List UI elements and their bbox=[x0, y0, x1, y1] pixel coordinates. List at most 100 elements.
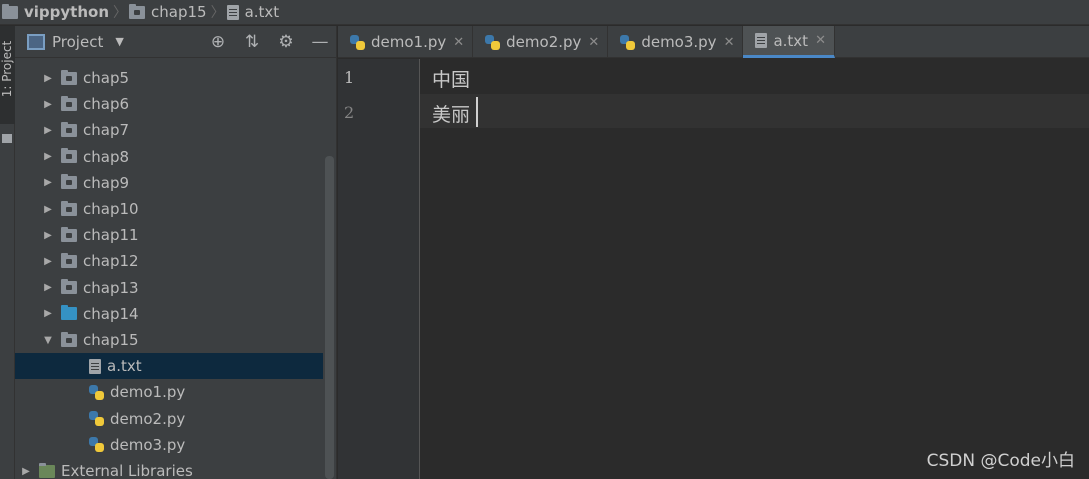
locate-icon[interactable]: ⊕ bbox=[208, 32, 228, 52]
tree-item-label: chap15 bbox=[83, 331, 139, 349]
gear-icon[interactable]: ⚙ bbox=[276, 32, 296, 52]
chevron-right-icon: 〉 bbox=[113, 5, 128, 21]
python-file-icon bbox=[89, 384, 104, 400]
tree-item-label: External Libraries bbox=[61, 462, 193, 479]
libraries-icon bbox=[39, 462, 55, 478]
python-file-icon bbox=[89, 411, 104, 427]
line-number-1: 1 bbox=[344, 68, 355, 87]
tree-item-chap10[interactable]: ▶ chap10 bbox=[15, 196, 323, 222]
code-line-1[interactable]: 中国 bbox=[432, 65, 470, 92]
folder-icon bbox=[2, 3, 18, 19]
expand-arrow-down-icon[interactable]: ▼ bbox=[41, 335, 55, 346]
close-icon[interactable]: ✕ bbox=[588, 35, 599, 50]
expand-arrow-right-icon[interactable]: ▶ bbox=[41, 282, 55, 293]
text-file-icon bbox=[226, 4, 239, 20]
folder-icon bbox=[61, 148, 77, 164]
tree-item-label: chap10 bbox=[83, 200, 139, 218]
expand-arrow-right-icon[interactable]: ▶ bbox=[41, 151, 55, 162]
expand-arrow-right-icon[interactable]: ▶ bbox=[41, 177, 55, 188]
tree-item-chap6[interactable]: ▶ chap6 bbox=[15, 91, 323, 117]
python-file-icon bbox=[89, 437, 104, 453]
folder-icon bbox=[61, 174, 77, 190]
tree-item-chap15[interactable]: ▼ chap15 bbox=[15, 327, 323, 353]
tree-item-label: demo2.py bbox=[110, 409, 186, 428]
editor-tabs: demo1.py ✕ demo2.py ✕ demo3.py ✕ a.txt ✕ bbox=[338, 26, 1089, 58]
tree-item-chap9[interactable]: ▶ chap9 bbox=[15, 170, 323, 196]
close-icon[interactable]: ✕ bbox=[724, 35, 735, 50]
structure-icon[interactable] bbox=[2, 134, 12, 143]
minimize-icon[interactable]: — bbox=[310, 32, 330, 52]
tree-item-label: chap9 bbox=[83, 173, 130, 192]
breadcrumb-folder-label: chap15 bbox=[151, 3, 207, 21]
tab-demo2-py[interactable]: demo2.py ✕ bbox=[473, 26, 609, 58]
tree-item-demo2-py[interactable]: demo2.py bbox=[15, 406, 323, 432]
tree-item-chap12[interactable]: ▶ chap12 bbox=[15, 248, 323, 274]
breadcrumb-root-label: vippython bbox=[24, 3, 110, 21]
expand-arrow-right-icon[interactable]: ▶ bbox=[41, 99, 55, 110]
tree-item-label: chap5 bbox=[83, 69, 130, 87]
collapse-icon[interactable]: ⇅ bbox=[242, 32, 262, 52]
project-panel: Project ▼ ⊕ ⇅ ⚙ — ▶ chap5 ▶ chap6 ▶ chap7 ▶ cha… bbox=[15, 26, 337, 479]
tree-item-label: a.txt bbox=[107, 357, 142, 376]
tree-item-label: chap6 bbox=[83, 95, 130, 114]
project-tool-window-label: 1: Project bbox=[0, 40, 14, 98]
project-window-icon bbox=[27, 33, 45, 50]
tree-item-chap5[interactable]: ▶ chap5 bbox=[15, 65, 323, 91]
tree-item-demo3-py[interactable]: demo3.py bbox=[15, 432, 323, 458]
tab-demo1-py[interactable]: demo1.py ✕ bbox=[338, 26, 474, 58]
tree-item-external-libraries[interactable]: ▶ External Libraries bbox=[15, 458, 323, 479]
tab-a-txt[interactable]: a.txt ✕ bbox=[743, 26, 835, 58]
breadcrumb-file-label: a.txt bbox=[244, 3, 280, 21]
folder-icon bbox=[61, 121, 77, 137]
tool-window-strip: 1: Project bbox=[0, 26, 15, 479]
tree-item-a-txt[interactable]: a.txt bbox=[15, 353, 323, 380]
folder-icon bbox=[61, 95, 77, 111]
expand-arrow-right-icon[interactable]: ▶ bbox=[41, 256, 55, 267]
tree-item-chap8[interactable]: ▶ chap8 bbox=[15, 144, 323, 170]
tree-item-chap7[interactable]: ▶ chap7 bbox=[15, 117, 323, 143]
tree-item-label: chap11 bbox=[83, 226, 139, 245]
tree-item-chap13[interactable]: ▶ chap13 bbox=[15, 275, 323, 301]
folder-icon bbox=[61, 279, 77, 295]
folder-icon bbox=[61, 69, 77, 85]
expand-arrow-right-icon[interactable]: ▶ bbox=[41, 125, 55, 136]
project-view-selector[interactable]: Project bbox=[52, 33, 103, 51]
tree-item-label: chap7 bbox=[83, 121, 130, 140]
navigation-bar: vippython 〉 chap15 〉 a.txt bbox=[0, 0, 1089, 25]
python-file-icon bbox=[620, 34, 636, 50]
expand-arrow-right-icon[interactable]: ▶ bbox=[41, 230, 55, 241]
project-panel-toolbar: ⊕ ⇅ ⚙ — bbox=[208, 32, 330, 52]
project-tool-window-button[interactable]: 1: Project bbox=[0, 26, 15, 124]
close-icon[interactable]: ✕ bbox=[453, 35, 464, 50]
tree-item-demo1-py[interactable]: demo1.py bbox=[15, 379, 323, 405]
python-file-icon bbox=[350, 34, 365, 50]
breadcrumb-file[interactable]: a.txt bbox=[226, 0, 286, 25]
text-file-icon bbox=[755, 33, 768, 48]
python-file-icon bbox=[485, 34, 501, 50]
code-line-2[interactable]: 美丽 bbox=[432, 100, 470, 127]
folder-icon bbox=[61, 305, 77, 321]
tree-item-chap14[interactable]: ▶ chap14 bbox=[15, 301, 323, 327]
folder-icon bbox=[61, 331, 77, 347]
tree-item-label: chap13 bbox=[83, 278, 139, 297]
project-tree-scrollbar[interactable] bbox=[325, 156, 334, 479]
editor[interactable]: 1 2 中国 美丽 CSDN @Code小白 bbox=[338, 59, 1089, 479]
expand-arrow-right-icon[interactable]: ▶ bbox=[41, 73, 55, 84]
expand-arrow-right-icon[interactable]: ▶ bbox=[41, 204, 55, 215]
text-file-icon bbox=[89, 358, 101, 374]
chevron-down-icon[interactable]: ▼ bbox=[115, 35, 123, 48]
tree-item-chap11[interactable]: ▶ chap11 bbox=[15, 222, 323, 248]
chevron-right-icon: 〉 bbox=[210, 5, 225, 21]
tree-item-label: chap12 bbox=[83, 252, 139, 271]
text-caret bbox=[476, 97, 478, 127]
close-icon[interactable]: ✕ bbox=[815, 33, 826, 48]
folder-icon bbox=[61, 252, 77, 268]
breadcrumb-root[interactable]: vippython bbox=[2, 0, 115, 25]
folder-icon bbox=[129, 3, 146, 19]
tab-label: demo3.py bbox=[641, 33, 717, 51]
expand-arrow-right-icon[interactable]: ▶ bbox=[19, 466, 33, 477]
expand-arrow-right-icon[interactable]: ▶ bbox=[41, 308, 55, 319]
breadcrumb-folder[interactable]: chap15 bbox=[129, 0, 213, 25]
tab-demo3-py[interactable]: demo3.py ✕ bbox=[608, 26, 744, 58]
tree-item-label: demo3.py bbox=[110, 435, 186, 454]
